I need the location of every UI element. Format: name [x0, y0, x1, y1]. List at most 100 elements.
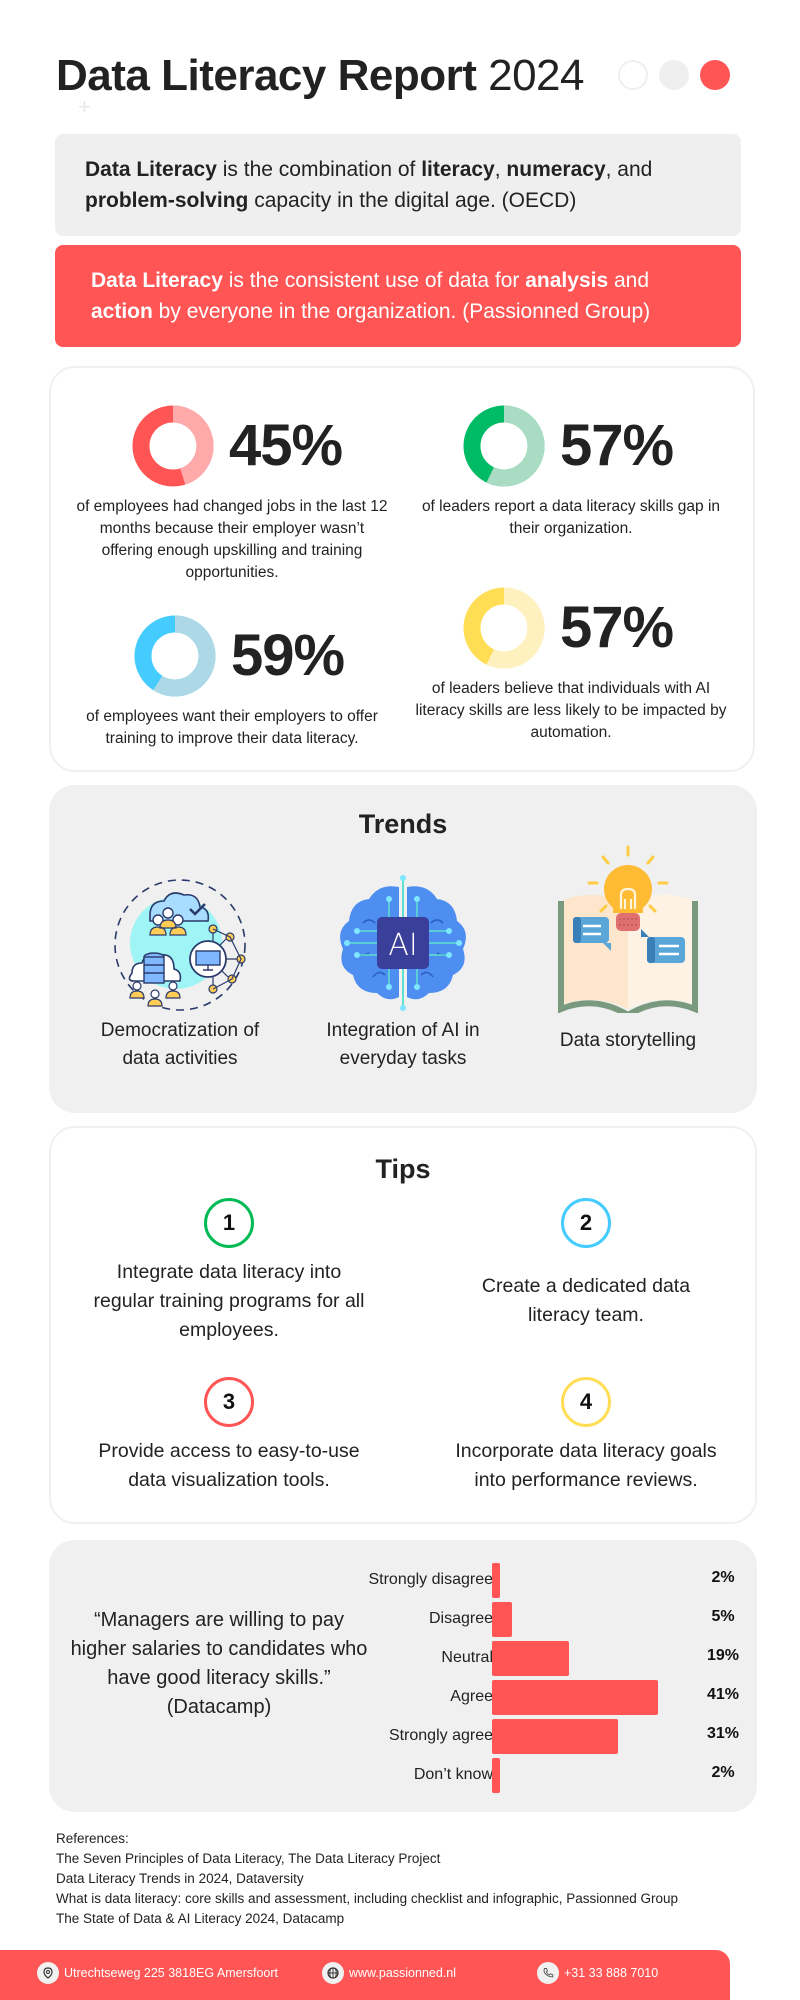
stat-description: of employees want their employers to off… — [86, 708, 378, 747]
stat-value: 59% — [231, 623, 345, 688]
bar — [492, 1602, 513, 1637]
stat-description: of leaders report a data literacy skills… — [421, 498, 721, 537]
trend-item: Democratization of data activities — [70, 873, 290, 1073]
trend-label: Data storytelling — [518, 1027, 738, 1055]
location-pin-icon — [37, 1962, 59, 1984]
footer-website[interactable]: www.passionned.nl — [322, 1962, 456, 1984]
bar-value-label: 5% — [711, 1608, 735, 1625]
bar-value-label: 41% — [706, 1686, 740, 1703]
stat-item: 57% of leaders report a data literacy sk… — [406, 404, 736, 540]
tip-number-badge: 2 — [561, 1198, 611, 1248]
bar-category-label: Strongly disagree — [368, 1571, 493, 1588]
reference-item: The State of Data & AI Literacy 2024, Da… — [56, 1911, 345, 1926]
tips-heading: Tips — [375, 1154, 431, 1184]
bar — [492, 1641, 569, 1676]
bar-value-label: 31% — [706, 1725, 740, 1742]
trend-label-line: Data storytelling — [559, 1030, 697, 1051]
stat-value: 57% — [560, 595, 674, 660]
tip-number-badge: 4 — [561, 1377, 611, 1427]
page-title: Data Literacy Report 2024 — [56, 48, 584, 104]
trend-label: Democratization of data activities — [70, 1017, 290, 1073]
ai-icon-text: AI — [388, 928, 417, 963]
bar-category-label: Disagree — [428, 1610, 493, 1627]
stats-card: 45% of employees had changed jobs in the… — [49, 366, 755, 772]
definition-keyword: action — [91, 300, 153, 323]
bar-category-label: Strongly agree — [388, 1727, 493, 1744]
donut-chart-icon — [134, 615, 216, 697]
definition-text: and — [608, 269, 650, 292]
definition-passionned: Data Literacy is the consistent use of d… — [55, 245, 741, 347]
bar — [492, 1758, 501, 1793]
tip-item: 2 Create a dedicated data literacy team. — [431, 1198, 741, 1330]
bar-value-label: 19% — [706, 1647, 740, 1664]
bar-value-label: 2% — [711, 1764, 735, 1781]
address-text: Utrechtseweg 225 3818EG Amersfoort — [64, 1966, 279, 1980]
tip-text: Incorporate data literacy goals into per… — [455, 1440, 717, 1491]
footer-address: Utrechtseweg 225 3818EG Amersfoort — [37, 1962, 278, 1984]
bar-value-label: 2% — [711, 1569, 735, 1586]
trend-label-line: Integration of AI in — [326, 1020, 480, 1041]
democratization-icon — [114, 879, 246, 1011]
bar-category-label: Don’t know — [413, 1766, 493, 1783]
trends-heading: Trends — [358, 809, 448, 839]
title-year: 2024 — [488, 51, 584, 100]
definition-text: , — [494, 158, 507, 181]
trend-label: Integration of AI in everyday tasks — [293, 1017, 513, 1073]
definition-keyword: analysis — [525, 269, 609, 292]
trend-item: AI Integration of AI in everyday tasks — [293, 873, 513, 1073]
stat-item: 45% of employees had changed jobs in the… — [67, 404, 397, 584]
tip-number-badge: 1 — [204, 1198, 254, 1248]
reference-item: Data Literacy Trends in 2024, Dataversit… — [56, 1871, 304, 1886]
definition-text: is the consistent use of data for — [222, 269, 526, 292]
trend-item: Data storytelling — [518, 839, 738, 1055]
footer: Utrechtseweg 225 3818EG Amersfoort www.p… — [0, 1950, 730, 2000]
definition-text: capacity in the digital age. (OECD) — [248, 189, 577, 212]
quote-source: (Datacamp) — [166, 1696, 272, 1718]
title-main: Data Literacy Report — [56, 51, 477, 100]
bar — [492, 1719, 618, 1754]
definition-text: by everyone in the organization. (Passio… — [152, 300, 651, 323]
stat-description: of leaders believe that individuals with… — [415, 680, 727, 741]
phone-text[interactable]: +31 33 888 7010 — [564, 1966, 658, 1980]
definition-keyword: Data Literacy — [91, 269, 223, 292]
decor-dot-white — [618, 60, 648, 90]
decor-dot-gray — [659, 60, 689, 90]
donut-chart-icon — [463, 405, 545, 487]
trends-card: Trends Democratization of data activitie… — [49, 785, 757, 1113]
storytelling-book-icon — [558, 845, 698, 1013]
reference-item: What is data literacy: core skills and a… — [56, 1891, 679, 1906]
survey-quote: “Managers are willing to pay higher sala… — [69, 1606, 369, 1722]
references: References: The Seven Principles of Data… — [56, 1829, 678, 1929]
donut-chart-icon — [132, 405, 214, 487]
plus-decoration-icon: + — [78, 94, 91, 119]
tips-card: Tips 1 Integrate data literacy into regu… — [49, 1126, 757, 1524]
bar-category-label: Agree — [450, 1688, 493, 1705]
donut-chart-icon — [463, 587, 545, 669]
tip-text: Provide access to easy-to-use data visua… — [98, 1440, 360, 1491]
phone-icon — [537, 1962, 559, 1984]
tip-text: Create a dedicated data literacy team. — [481, 1275, 691, 1326]
definition-keyword: Data Literacy — [85, 158, 217, 181]
tip-item: 4 Incorporate data literacy goals into p… — [431, 1377, 741, 1495]
trend-label-line: everyday tasks — [339, 1048, 467, 1069]
definition-text: is the combination of — [216, 158, 422, 181]
references-heading: References: — [56, 1831, 129, 1846]
footer-phone[interactable]: +31 33 888 7010 — [537, 1962, 658, 1984]
decor-dot-red — [700, 60, 730, 90]
tip-item: 1 Integrate data literacy into regular t… — [74, 1198, 384, 1345]
definition-keyword: literacy — [421, 158, 495, 181]
website-link[interactable]: www.passionned.nl — [349, 1966, 456, 1980]
tip-item: 3 Provide access to easy-to-use data vis… — [74, 1377, 384, 1495]
bar-category-label: Neutral — [441, 1649, 493, 1666]
stat-description: of employees had changed jobs in the las… — [76, 498, 388, 581]
stat-item: 57% of leaders believe that individuals … — [406, 586, 736, 744]
bar — [492, 1563, 501, 1598]
trend-label-line: Democratization of — [100, 1020, 260, 1041]
definition-keyword: problem-solving — [85, 189, 249, 212]
tip-text: Integrate data literacy into regular tra… — [93, 1261, 365, 1341]
stat-value: 45% — [229, 413, 343, 478]
stat-item: 59% of employees want their employers to… — [67, 614, 397, 750]
survey-card: “Managers are willing to pay higher sala… — [49, 1540, 757, 1812]
stat-value: 57% — [560, 413, 674, 478]
definition-keyword: numeracy — [506, 158, 606, 181]
